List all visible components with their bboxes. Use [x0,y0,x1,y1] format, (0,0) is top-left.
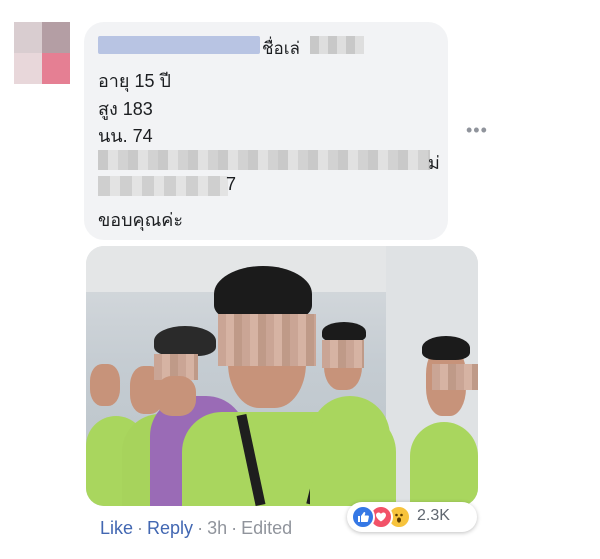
photo-person-hair [322,322,366,342]
photo-person-face [90,364,120,406]
photo-face-blur [322,340,364,368]
photo-person-face [156,376,196,416]
comment-bubble: ชื่อเล่ อายุ 15 ปี สูง 183 นน. 74 ม่ 7 ข… [84,22,448,240]
comment-line-tail-2: 7 [226,174,237,194]
nickname-redacted [310,36,364,54]
attached-photo[interactable] [86,246,478,506]
comment-line-age: อายุ 15 ปี [98,71,171,91]
like-reaction-icon [351,505,375,529]
photo-person-cap [154,326,216,356]
separator: · [197,518,204,538]
separator: · [137,518,144,538]
comment-actions: Like · Reply · 3h · Edited [100,518,292,539]
reactions-summary[interactable]: 2.3K [347,502,477,532]
comment-line-redacted-2 [98,176,228,196]
comment-line-redacted [98,150,430,170]
comment-line-thanks: ขอบคุณค่ะ [98,210,183,230]
photo-person-hair [422,336,470,360]
more-options-icon[interactable]: ••• [466,120,488,141]
timestamp-link[interactable]: 3h [207,518,227,538]
nickname-label: ชื่อเล่ [262,39,300,58]
photo-person-shirt [310,396,390,506]
comment-line-tail: ม่ [428,153,440,173]
reaction-count: 2.3K [417,507,450,524]
author-name-redacted[interactable] [98,36,260,54]
reply-link[interactable]: Reply [147,518,193,538]
photo-face-blur [432,364,478,390]
photo-person-shirt [410,422,478,506]
avatar[interactable] [14,22,70,84]
comment-line-weight: นน. 74 [98,126,153,146]
separator: · [231,518,238,538]
photo-face-blur [218,314,316,366]
like-link[interactable]: Like [100,518,133,538]
edited-link[interactable]: Edited [241,518,292,538]
comment-line-height: สูง 183 [98,99,153,119]
